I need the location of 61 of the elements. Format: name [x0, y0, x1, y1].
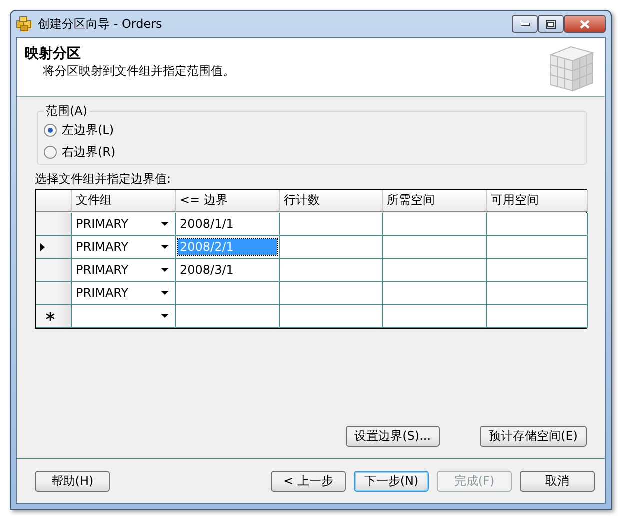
radio-option[interactable]: 右边界(R): [44, 144, 580, 161]
table-cell[interactable]: 2008/1/1: [176, 213, 280, 236]
column-header[interactable]: 可用空间: [487, 190, 588, 212]
nav-button[interactable]: 取消: [520, 470, 595, 492]
filegroup-dropdown[interactable]: [72, 305, 176, 328]
radio-option[interactable]: 左边界(L): [44, 122, 580, 139]
filegroup-dropdown[interactable]: PRIMARY: [72, 282, 176, 305]
table-cell[interactable]: [280, 236, 383, 259]
table-cell[interactable]: [383, 213, 487, 236]
table-cell[interactable]: [487, 236, 588, 259]
action-button[interactable]: 设置边界(S)...: [346, 426, 440, 447]
filegroup-dropdown[interactable]: PRIMARY: [72, 213, 176, 236]
minimize-button[interactable]: [512, 15, 538, 33]
table-cell[interactable]: [280, 282, 383, 305]
column-header[interactable]: 行计数: [280, 190, 383, 212]
column-header[interactable]: 文件组: [72, 190, 176, 212]
grid-label: 选择文件组并指定边界值:: [35, 171, 172, 188]
radio-icon[interactable]: [44, 124, 57, 137]
minimize-icon: [520, 22, 530, 26]
table-cell[interactable]: [383, 305, 487, 328]
column-header[interactable]: 所需空间: [383, 190, 487, 212]
nav-button[interactable]: 下一步(N): [354, 470, 429, 492]
dropdown-arrow-icon[interactable]: [161, 245, 169, 249]
row-header[interactable]: [36, 236, 72, 259]
table-cell[interactable]: [280, 305, 383, 328]
dropdown-arrow-icon[interactable]: [161, 222, 169, 226]
table-cell[interactable]: [280, 213, 383, 236]
table-cell[interactable]: [383, 259, 487, 282]
dropdown-arrow-icon[interactable]: [161, 268, 169, 272]
table-cell[interactable]: [383, 282, 487, 305]
dropdown-arrow-icon[interactable]: [161, 291, 169, 295]
row-header[interactable]: [36, 305, 72, 328]
help-button[interactable]: 帮助(H): [35, 470, 110, 492]
table-cell[interactable]: [487, 282, 588, 305]
table-cell[interactable]: [487, 259, 588, 282]
column-header[interactable]: <= 边界: [176, 190, 280, 212]
current-row-icon: [40, 242, 45, 252]
corner-header: [36, 190, 72, 212]
table-cell[interactable]: [487, 305, 588, 328]
new-row-icon: [46, 312, 55, 320]
maximize-icon: [546, 20, 556, 28]
dropdown-arrow-icon[interactable]: [161, 314, 169, 318]
page-subtitle: 将分区映射到文件组并指定范围值。: [42, 63, 236, 80]
table-cell[interactable]: 2008/3/1: [176, 259, 280, 282]
radio-icon[interactable]: [44, 146, 57, 159]
filegroup-dropdown[interactable]: PRIMARY: [72, 259, 176, 282]
table-cell[interactable]: [487, 213, 588, 236]
window-title: 创建分区向导 - Orders: [38, 16, 164, 32]
group-label: 范围(A): [45, 103, 89, 120]
table-cell[interactable]: [280, 259, 383, 282]
page-title: 映射分区: [25, 45, 82, 63]
action-button[interactable]: 预计存储空间(E): [480, 426, 587, 447]
cube-icon: [16, 16, 32, 32]
close-button[interactable]: [564, 15, 606, 33]
filegroup-dropdown[interactable]: PRIMARY: [72, 236, 176, 259]
nav-button[interactable]: < 上一步: [271, 470, 346, 492]
maximize-button[interactable]: [538, 15, 564, 33]
close-icon: [580, 20, 590, 28]
table-cell[interactable]: [383, 236, 487, 259]
table-cell[interactable]: [176, 282, 280, 305]
table-cell[interactable]: [176, 305, 280, 328]
